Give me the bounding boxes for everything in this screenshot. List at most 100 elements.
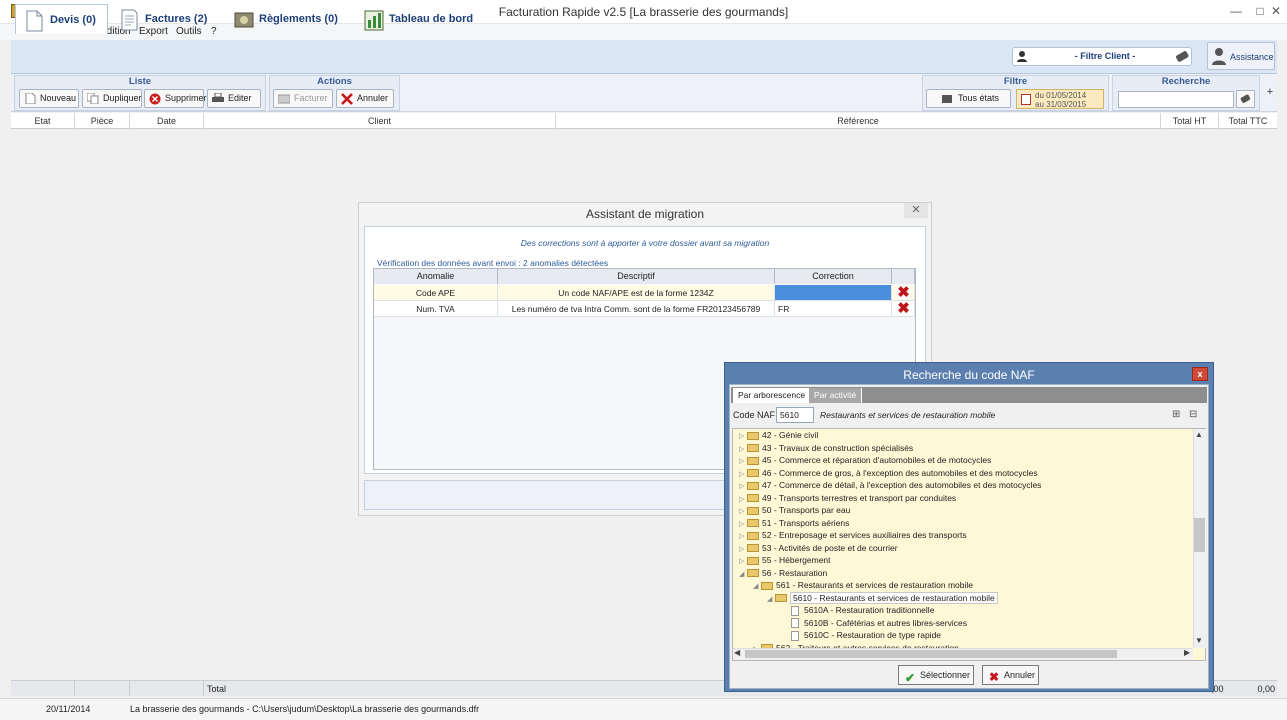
- col-reference[interactable]: Référence: [556, 116, 1160, 126]
- date-to: au 31/03/2015: [1035, 100, 1087, 109]
- column-divider: [203, 680, 204, 696]
- tab-devis[interactable]: Devis (0): [15, 4, 108, 34]
- col-piece[interactable]: Pièce: [75, 116, 129, 126]
- document-icon: [791, 605, 799, 616]
- migration-close-icon[interactable]: ✕: [904, 203, 928, 218]
- tree-node[interactable]: ▷ 52 - Entreposage et services auxiliaire…: [739, 529, 1041, 542]
- status-date: 20/11/2014: [46, 704, 91, 714]
- scroll-right-icon[interactable]: ▶: [1184, 648, 1190, 657]
- tree-node[interactable]: ▷ 53 - Activités de poste et de courrier: [739, 542, 1041, 555]
- row-2-correction-input[interactable]: FR: [775, 301, 892, 317]
- row-1-descriptif: Un code NAF/APE est de la forme 1234Z: [498, 285, 775, 301]
- nouveau-button[interactable]: Nouveau: [19, 89, 79, 108]
- tree-leaf[interactable]: 5610C - Restauration de type rapide: [739, 629, 1041, 642]
- assistance-icon: [1211, 47, 1227, 65]
- cancel-icon: ✖: [989, 670, 1000, 684]
- cancel-icon: [341, 93, 353, 105]
- tree-node[interactable]: ▷ 55 - Hébergement: [739, 554, 1041, 567]
- tab-factures[interactable]: Factures (2): [111, 4, 221, 34]
- tab-tableau-de-bord[interactable]: Tableau de bord: [355, 4, 485, 34]
- scroll-up-icon[interactable]: ▲: [1195, 430, 1203, 439]
- payment-icon: [233, 9, 254, 31]
- facturer-button[interactable]: Facturer: [273, 89, 333, 108]
- supprimer-button[interactable]: Supprimer: [144, 89, 207, 108]
- tab-label: Tableau de bord: [389, 13, 474, 25]
- folder-icon: [747, 431, 759, 440]
- naf-close-icon[interactable]: x: [1192, 367, 1208, 381]
- button-label: Editer: [228, 93, 252, 103]
- client-filter-label: - Filtre Client -: [1074, 51, 1136, 61]
- column-divider: [129, 680, 130, 696]
- col-etat[interactable]: Etat: [11, 116, 74, 126]
- minimize-icon[interactable]: —: [1224, 2, 1248, 20]
- col-total-ht[interactable]: Total HT: [1161, 116, 1218, 126]
- tree-node[interactable]: ▷ 43 - Travaux de construction spécialisé…: [739, 442, 1041, 455]
- row-2-descriptif: Les numéro de tva Intra Comm. sont de la…: [498, 301, 775, 317]
- invoice-action-icon: [277, 93, 291, 104]
- date-range[interactable]: du 01/05/2014 au 31/03/2015: [1016, 89, 1104, 109]
- search-clear-button[interactable]: [1236, 90, 1255, 108]
- col-correction: Correction: [775, 269, 892, 284]
- tab-reglements[interactable]: Règlements (0): [225, 4, 349, 34]
- button-label: Dupliquer: [103, 93, 142, 103]
- tree-node[interactable]: ◢ 56 - Restauration: [739, 567, 1041, 580]
- group-title-actions: Actions: [317, 76, 352, 87]
- tree-node[interactable]: ▷ 46 - Commerce de gros, à l'exception de…: [739, 467, 1041, 480]
- naf-dialog-title: Recherche du code NAF: [903, 368, 1035, 382]
- close-icon[interactable]: ✕: [1264, 2, 1287, 20]
- tab-label: Règlements (0): [259, 13, 338, 25]
- folder-icon: [747, 556, 759, 565]
- tree-node-selected[interactable]: ◢ 5610 - Restaurants et services de resta…: [739, 591, 1041, 605]
- folder-icon: [747, 519, 759, 528]
- scroll-thumb[interactable]: [1194, 518, 1205, 552]
- tree-node[interactable]: ▷ 50 - Transports par eau: [739, 504, 1041, 517]
- tous-etats-button[interactable]: Tous états: [926, 89, 1011, 108]
- open-folder-icon: [775, 594, 787, 603]
- dupliquer-button[interactable]: Dupliquer: [82, 89, 142, 108]
- folder-icon: [747, 531, 759, 540]
- col-total-ttc[interactable]: Total TTC: [1219, 116, 1277, 126]
- eraser-icon[interactable]: [1174, 48, 1190, 64]
- tree-leaf[interactable]: 5610B - Cafétérias et autres libres-serv…: [739, 617, 1041, 630]
- col-descriptif: Descriptif: [498, 269, 775, 284]
- annuler-button[interactable]: Annuler: [336, 89, 394, 108]
- group-title-filtre: Filtre: [1003, 76, 1028, 87]
- col-anomalie: Anomalie: [374, 269, 498, 284]
- tree-node[interactable]: ▷ 49 - Transports terrestres et transport…: [739, 492, 1041, 505]
- naf-code-input[interactable]: 5610: [776, 407, 814, 423]
- tab-par-arborescence[interactable]: Par arborescence: [733, 388, 811, 403]
- scroll-left-icon[interactable]: ◀: [734, 648, 740, 657]
- expand-all-icon[interactable]: ⊞: [1172, 409, 1180, 420]
- tab-par-activite[interactable]: Par activité: [809, 388, 863, 403]
- naf-tree[interactable]: ▷ 42 - Génie civil ▷ 43 - Travaux de const…: [732, 428, 1206, 661]
- editer-button[interactable]: Editer: [207, 89, 261, 108]
- naf-annuler-button[interactable]: ✖ Annuler: [982, 665, 1039, 685]
- tree-node[interactable]: ▷ 42 - Génie civil: [739, 429, 1041, 442]
- selectionner-button[interactable]: ✔ Sélectionner: [898, 665, 974, 685]
- col-date[interactable]: Date: [130, 116, 203, 126]
- expand-toolbar-button[interactable]: +: [1264, 86, 1276, 104]
- search-input[interactable]: [1118, 91, 1234, 108]
- collapse-all-icon[interactable]: ⊟: [1189, 409, 1197, 420]
- migration-message: Des corrections sont à apporter à votre …: [520, 238, 770, 248]
- document-icon: [791, 618, 799, 629]
- naf-code-label: Code NAF: [733, 410, 776, 420]
- col-client[interactable]: Client: [204, 116, 555, 126]
- column-divider: [74, 680, 75, 696]
- scroll-down-icon[interactable]: ▼: [1195, 636, 1203, 645]
- assistance-label: Assistance: [1230, 52, 1274, 62]
- delete-row-icon[interactable]: ✖: [897, 301, 910, 316]
- scroll-thumb[interactable]: [745, 650, 1117, 658]
- date-from: du 01/05/2014: [1035, 91, 1087, 100]
- delete-row-icon[interactable]: ✖: [897, 285, 910, 300]
- button-label: Nouveau: [40, 93, 77, 103]
- tree-node[interactable]: ▷ 51 - Transports aériens: [739, 517, 1041, 530]
- tree-node[interactable]: ▷ 45 - Commerce et réparation d'automobil…: [739, 454, 1041, 467]
- row-1-correction-input[interactable]: [775, 285, 892, 301]
- assistance-button[interactable]: Assistance: [1207, 42, 1275, 70]
- button-label: Facturer: [294, 93, 328, 103]
- tree-node[interactable]: ▷ 47 - Commerce de détail, à l'exception …: [739, 479, 1041, 492]
- tree-leaf[interactable]: 5610A - Restauration traditionnelle: [739, 604, 1041, 617]
- tree-node[interactable]: ◢ 561 - Restaurants et services de restau…: [739, 579, 1041, 592]
- tab-label: Devis (0): [50, 14, 96, 26]
